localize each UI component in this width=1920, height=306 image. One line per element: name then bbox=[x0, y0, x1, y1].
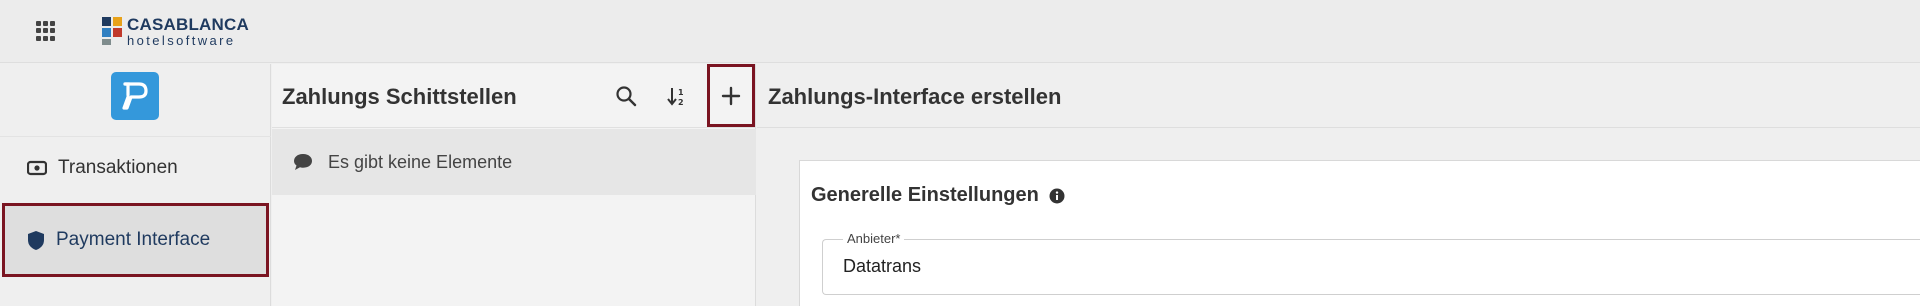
main-content: Zahlungs-Interface erstellen Generelle E… bbox=[757, 64, 1920, 306]
sidebar-item-label: Transaktionen bbox=[58, 156, 178, 178]
info-icon[interactable] bbox=[1049, 188, 1065, 204]
payment-p-icon bbox=[122, 82, 148, 110]
provider-select[interactable]: Anbieter* Datatrans bbox=[822, 231, 1920, 295]
shield-icon bbox=[28, 230, 44, 250]
money-icon bbox=[27, 160, 47, 175]
list-panel-header: Zahlungs Schittstellen 1 2 bbox=[272, 64, 756, 128]
add-button[interactable] bbox=[707, 64, 755, 127]
sidebar-item-label: Payment Interface bbox=[56, 229, 211, 250]
list-panel: Zahlungs Schittstellen 1 2 Es gibt keine… bbox=[272, 64, 756, 306]
settings-card: Generelle Einstellungen Anbieter* Datatr… bbox=[799, 160, 1920, 306]
svg-text:2: 2 bbox=[678, 98, 684, 107]
logo-sub-text: hotelsoftware bbox=[127, 32, 236, 48]
search-icon bbox=[616, 86, 637, 107]
section-title: Generelle Einstellungen bbox=[811, 184, 1065, 207]
app-launcher-icon[interactable] bbox=[36, 21, 56, 41]
logo-mark-icon bbox=[102, 17, 124, 45]
plus-icon bbox=[721, 86, 741, 105]
search-button[interactable] bbox=[608, 78, 644, 114]
sort-button[interactable]: 1 2 bbox=[659, 78, 695, 114]
provider-field-label: Anbieter* bbox=[843, 231, 905, 246]
list-panel-title: Zahlungs Schittstellen bbox=[282, 84, 517, 109]
page-title: Zahlungs-Interface erstellen bbox=[768, 84, 1062, 109]
provider-field-value: Datatrans bbox=[843, 256, 922, 276]
payment-app-badge[interactable] bbox=[111, 72, 159, 120]
svg-text:1: 1 bbox=[678, 88, 684, 97]
logo-brand-text: CASABLANCA bbox=[127, 14, 249, 34]
sidebar-item-payment-interface[interactable]: Payment Interface bbox=[2, 203, 269, 277]
empty-list-message: Es gibt keine Elemente bbox=[272, 129, 756, 195]
chat-bubble-icon bbox=[294, 154, 312, 170]
main-header: Zahlungs-Interface erstellen bbox=[757, 64, 1920, 128]
sidebar-item-transaktionen[interactable]: Transaktionen bbox=[0, 136, 271, 198]
top-bar: CASABLANCA hotelsoftware bbox=[0, 0, 1920, 63]
section-title-text: Generelle Einstellungen bbox=[811, 184, 1039, 206]
empty-list-text: Es gibt keine Elemente bbox=[328, 151, 513, 172]
casablanca-logo[interactable]: CASABLANCA hotelsoftware bbox=[102, 14, 249, 48]
sort-icon: 1 2 bbox=[667, 88, 684, 107]
left-navigation: Transaktionen Payment Interface bbox=[0, 64, 271, 306]
